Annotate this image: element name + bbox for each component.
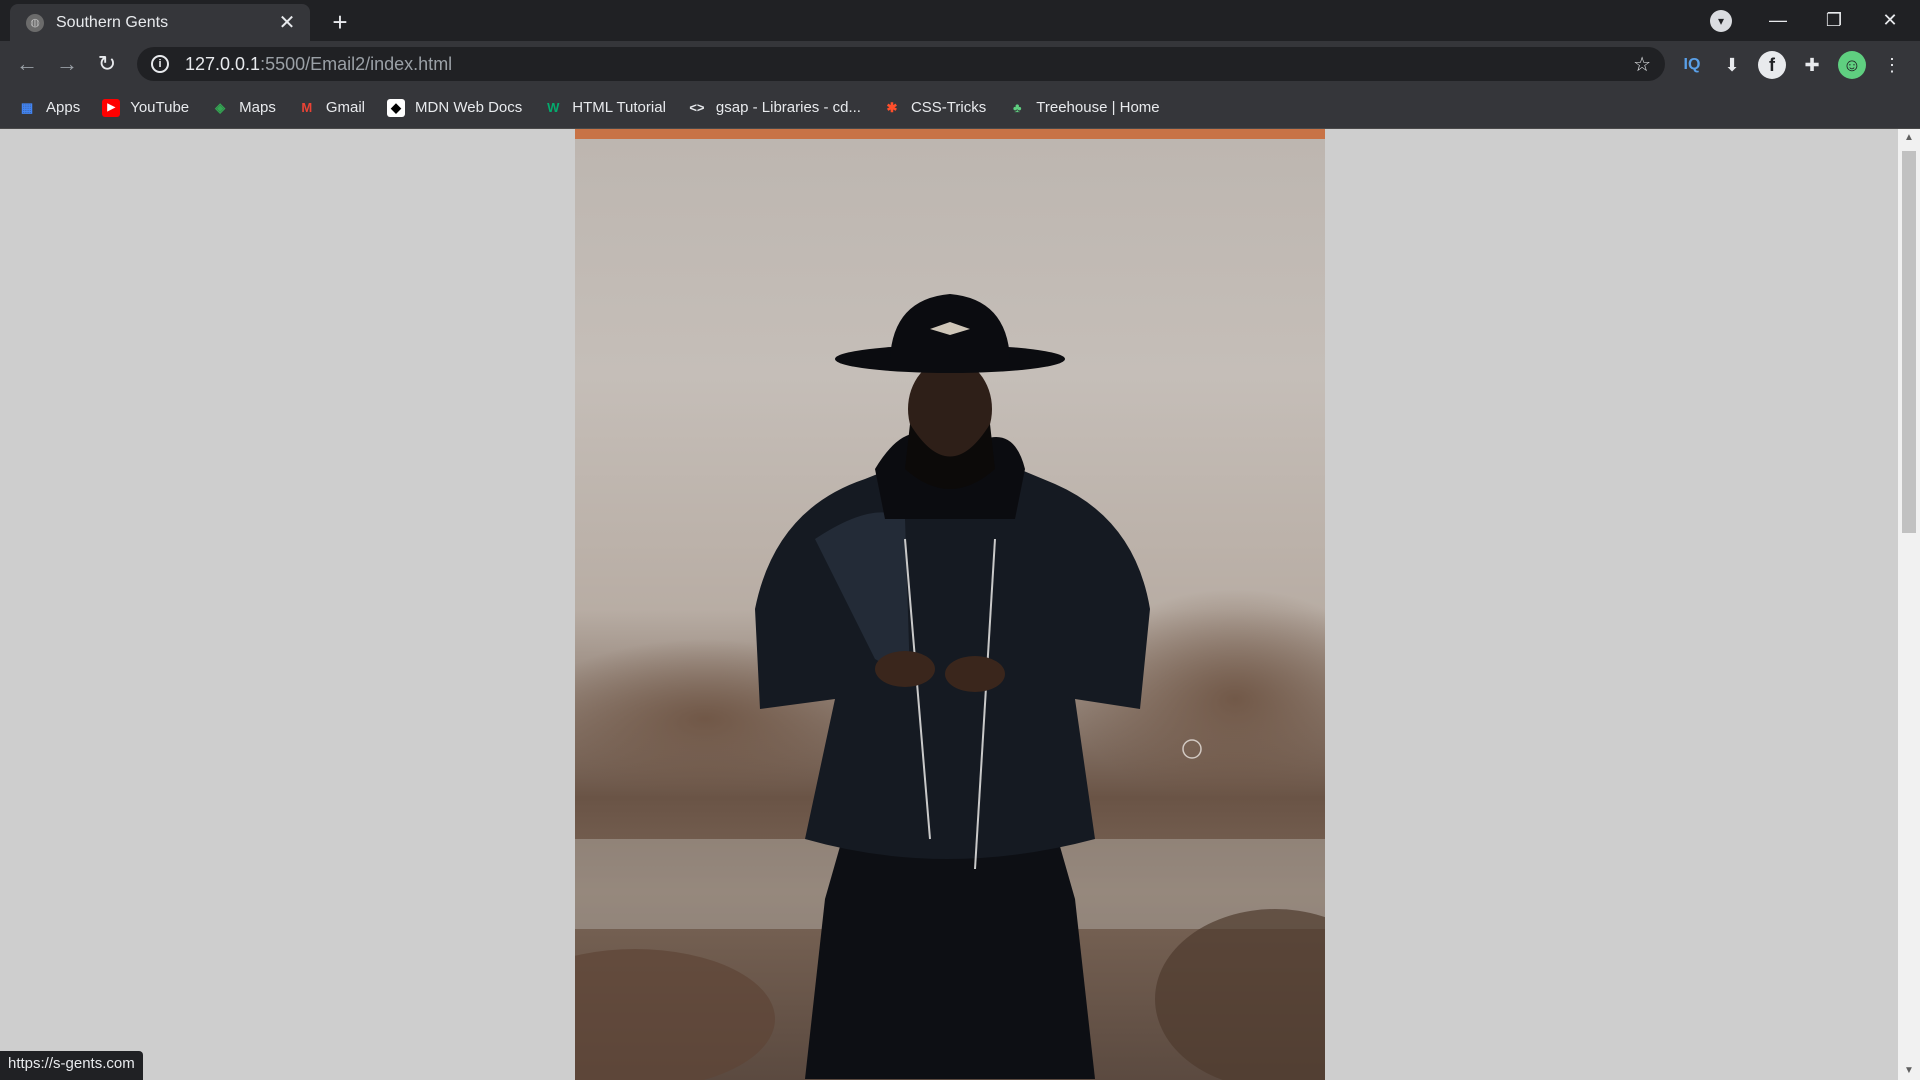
url-path: :5500/Email2/index.html <box>260 53 453 74</box>
accent-bar <box>575 129 1325 139</box>
bookmark-maps[interactable]: ◈ Maps <box>211 99 276 117</box>
bookmark-youtube[interactable]: ▶ YouTube <box>102 98 189 117</box>
reload-button[interactable]: ↻ <box>92 49 122 79</box>
treehouse-icon: ♣ <box>1012 100 1022 115</box>
url-host: 127.0.0.1 <box>185 53 261 74</box>
tab-title: Southern Gents <box>56 13 169 31</box>
bookmark-star-icon[interactable]: ☆ <box>1633 52 1651 77</box>
bookmark-css-tricks[interactable]: ✱ CSS-Tricks <box>883 99 987 117</box>
page-viewport <box>0 129 1898 1080</box>
scroll-up-icon[interactable]: ▲ <box>1898 129 1920 147</box>
mdn-icon: ◆ <box>387 98 406 117</box>
status-bubble: https://s-gents.com <box>0 1051 143 1080</box>
window-close-button[interactable]: ✕ <box>1862 0 1918 41</box>
hero-photo-illustration <box>575 294 1325 1080</box>
profile-avatar-icon[interactable]: ☺ <box>1838 51 1866 79</box>
tab-southern-gents[interactable]: ◍ Southern Gents ✕ <box>10 4 310 41</box>
menu-kebab-icon[interactable]: ⋮ <box>1878 51 1906 79</box>
gmail-icon: M <box>301 100 313 115</box>
w3schools-icon: W <box>547 100 560 115</box>
bookmarks-bar: ▦ Apps ▶ YouTube ◈ Maps M Gmail ◆ MDN Web Doc… <box>0 87 1920 129</box>
bookmark-treehouse[interactable]: ♣ Treehouse | Home <box>1008 99 1160 117</box>
figure-hand-right <box>945 656 1005 692</box>
bookmark-html-tutorial[interactable]: W HTML Tutorial <box>544 99 666 117</box>
new-tab-button[interactable]: + <box>325 7 355 37</box>
address-bar[interactable]: i 127.0.0.1:5500/Email2/index.html ☆ <box>137 47 1665 81</box>
bookmark-mdn[interactable]: ◆ MDN Web Docs <box>387 98 522 117</box>
download-extension-icon[interactable]: ⬇ <box>1718 51 1746 79</box>
facebook-extension-icon[interactable]: f <box>1758 51 1786 79</box>
code-brackets-icon: <> <box>689 100 705 115</box>
extensions-puzzle-icon[interactable]: ✚ <box>1798 51 1826 79</box>
apps-grid-icon: ▦ <box>20 99 34 115</box>
vertical-scrollbar[interactable]: ▲ ▼ <box>1898 129 1920 1080</box>
tab-close-icon[interactable]: ✕ <box>276 10 298 35</box>
bookmark-apps[interactable]: ▦ Apps <box>18 99 80 117</box>
figure-legs <box>805 829 1095 1079</box>
minimize-button[interactable]: — <box>1750 0 1806 41</box>
scrollbar-thumb[interactable] <box>1902 151 1916 533</box>
youtube-icon: ▶ <box>102 98 121 117</box>
browser-chrome: ◍ Southern Gents ✕ + ▾ — ❐ ✕ ← → ↻ i 127… <box>0 0 1920 129</box>
hero-image[interactable] <box>575 139 1325 1080</box>
iq-extension-icon[interactable]: IQ <box>1678 51 1706 79</box>
site-info-icon[interactable]: i <box>151 55 169 73</box>
foreground-brush-left <box>575 949 775 1080</box>
maps-icon: ◈ <box>215 99 226 115</box>
bookmark-gmail[interactable]: M Gmail <box>298 99 365 117</box>
css-tricks-icon: ✱ <box>886 99 898 115</box>
bookmark-gsap[interactable]: <> gsap - Libraries - cd... <box>688 99 861 117</box>
tab-strip: ◍ Southern Gents ✕ + ▾ — ❐ ✕ <box>0 0 1920 41</box>
forward-button[interactable]: → <box>52 49 82 79</box>
restore-button[interactable]: ❐ <box>1806 0 1862 41</box>
globe-icon: ◍ <box>26 13 44 32</box>
back-button[interactable]: ← <box>12 49 42 79</box>
foreground-brush-right <box>1155 909 1325 1080</box>
tab-search-icon[interactable]: ▾ <box>1710 10 1732 32</box>
figure-hand-left <box>875 651 935 687</box>
email-container <box>575 129 1325 1080</box>
toolbar: ← → ↻ i 127.0.0.1:5500/Email2/index.html… <box>0 41 1920 87</box>
scroll-down-icon[interactable]: ▼ <box>1898 1062 1920 1080</box>
